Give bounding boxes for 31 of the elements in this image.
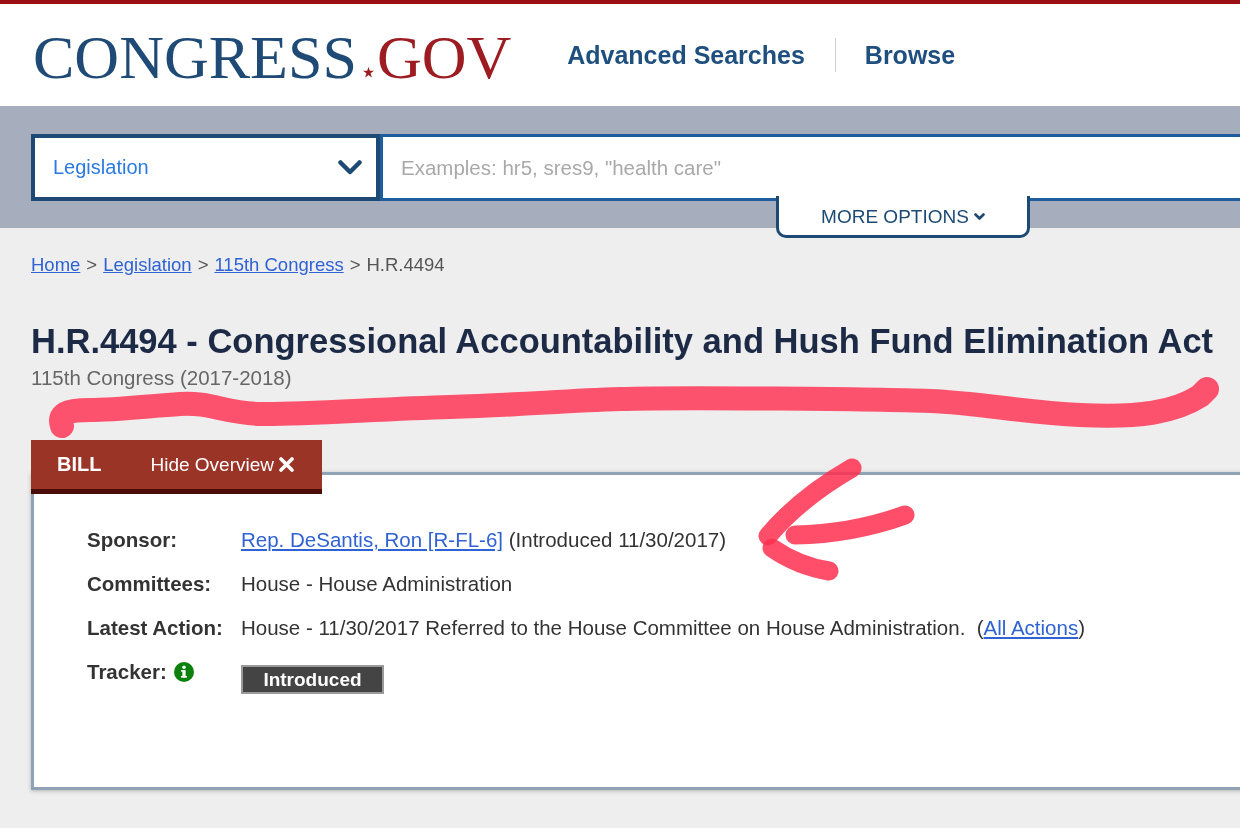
sponsor-value: Rep. DeSantis, Ron [R-FL-6] (Introduced 11/30/2017) <box>241 528 728 552</box>
search-field[interactable]: Examples: hr5, sres9, "health care" <box>380 134 1240 201</box>
breadcrumb-link[interactable]: Legislation <box>103 254 192 276</box>
field-value: House - House Administration <box>241 572 514 596</box>
congress-subtitle: 115th Congress (2017-2018) <box>31 366 293 390</box>
status-badge: Introduced <box>241 665 384 694</box>
chevron-down-icon <box>338 160 362 175</box>
chevron-down-icon <box>973 212 985 221</box>
breadcrumb-separator: > <box>349 254 361 276</box>
hide-overview-button[interactable]: Hide Overview <box>150 453 294 476</box>
breadcrumb-separator: > <box>86 254 98 276</box>
sponsor-link[interactable]: Rep. DeSantis, Ron [R-FL-6] <box>241 528 504 551</box>
breadcrumb-link[interactable]: Home <box>31 254 81 276</box>
field-label: Sponsor: <box>87 528 178 552</box>
bill-label: BILL <box>57 453 102 476</box>
breadcrumb-current: H.R.4494 <box>366 254 445 276</box>
site-logo[interactable]: CONGRESS GOV <box>33 26 512 88</box>
breadcrumb-separator: > <box>197 254 209 276</box>
category-select[interactable]: Legislation <box>31 134 380 201</box>
more-options-button[interactable]: MORE OPTIONS <box>776 196 1030 238</box>
star-icon <box>362 67 374 78</box>
breadcrumb-link[interactable]: 115th Congress <box>214 254 344 276</box>
latest-action-text: House - 11/30/2017 Referred to the House Committee on House Administration. (All Actions) <box>241 616 1086 640</box>
field-label: Tracker: <box>87 660 167 684</box>
page-title: H.R.4494 - Congressional Accountability and Hush Fund Elimination Act <box>31 321 1215 361</box>
nav-link[interactable]: Browse <box>864 40 956 70</box>
field-label: Latest Action: <box>87 616 224 640</box>
nav-link[interactable]: Advanced Searches <box>567 40 805 70</box>
close-icon <box>279 457 294 472</box>
info-icon[interactable] <box>173 662 194 682</box>
field-label: Committees: <box>87 572 213 596</box>
